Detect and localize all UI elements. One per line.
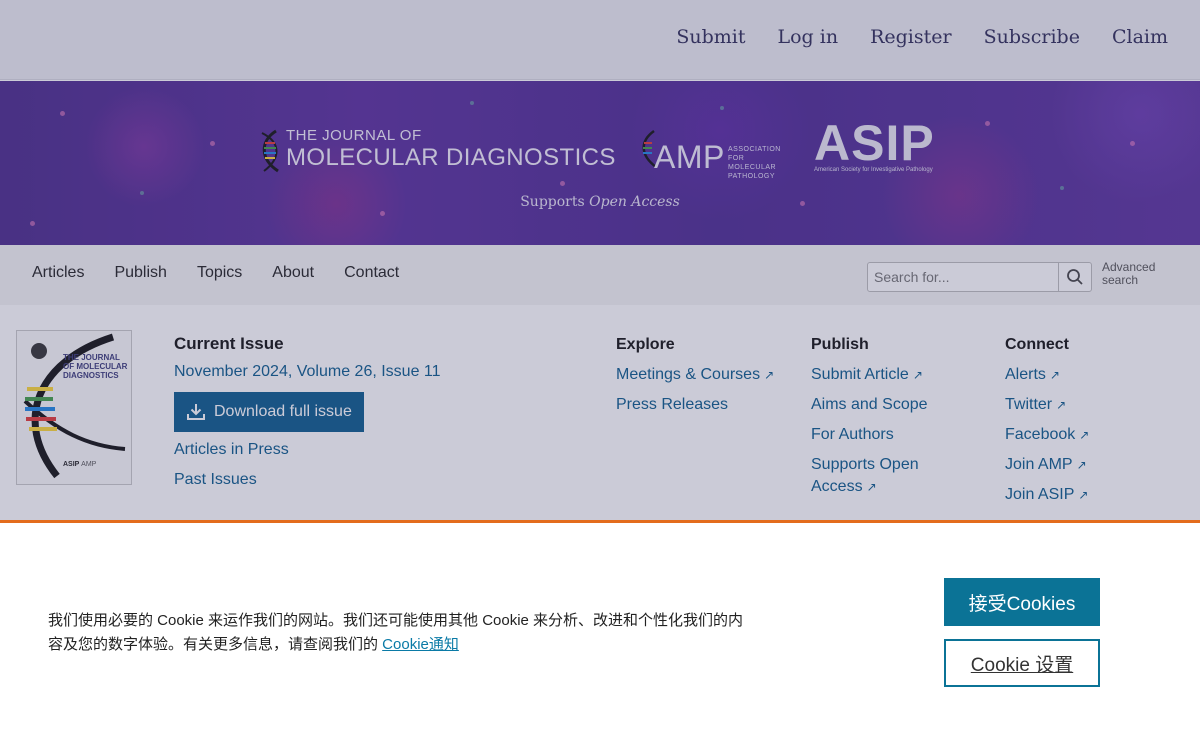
cookie-message: 我们使用必要的 Cookie 来运作我们的网站。我们还可能使用其他 Cookie… [48, 612, 744, 653]
cookie-settings-button[interactable]: Cookie 设置 [944, 639, 1100, 687]
accept-cookies-button[interactable]: 接受Cookies [944, 578, 1100, 626]
modal-overlay [0, 0, 1200, 520]
cookie-notice-link[interactable]: Cookie通知 [382, 636, 459, 653]
cookie-banner: 我们使用必要的 Cookie 来运作我们的网站。我们还可能使用其他 Cookie… [0, 520, 1200, 740]
